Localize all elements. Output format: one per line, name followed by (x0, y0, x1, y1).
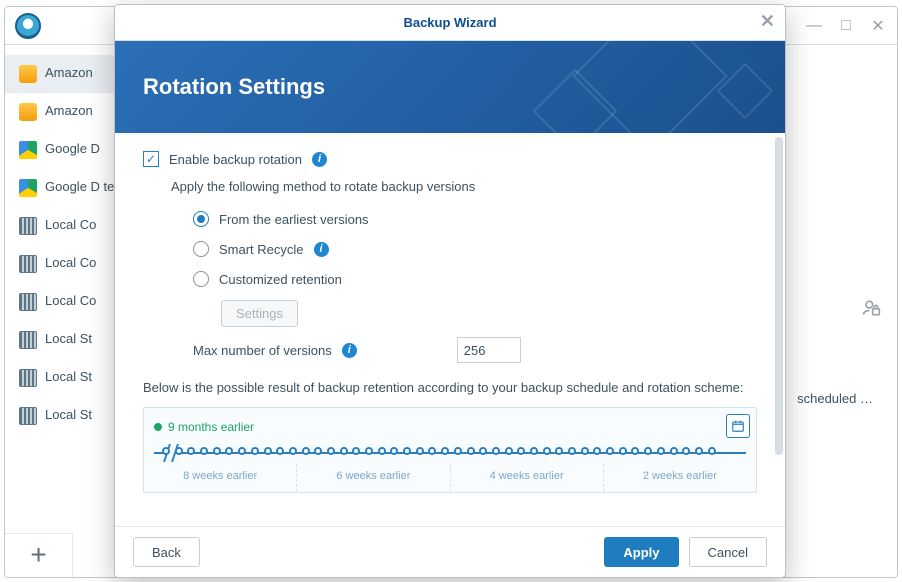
cancel-button[interactable]: Cancel (689, 537, 767, 567)
rotation-method-group: From the earliest versions Smart Recycle… (193, 204, 757, 294)
sidebar-item-label: Local Co (45, 293, 96, 309)
info-icon[interactable]: i (314, 242, 329, 257)
sidebar-item-label: Amazon (45, 103, 93, 119)
timeline-tick-label: 4 weeks earlier (450, 464, 603, 492)
backup-wizard-dialog: Backup Wizard ✕ Rotation Settings ✓ Enab… (114, 4, 786, 578)
sidebar-item-label: Local St (45, 331, 92, 347)
sidebar-item-label: Local Co (45, 255, 96, 271)
retention-timeline: 9 months earlier 8 weeks earlier6 weeks … (143, 407, 757, 493)
timeline-tick-label: 6 weeks earlier (296, 464, 449, 492)
radio-smart-label: Smart Recycle (219, 242, 304, 257)
sidebar-item-icon (19, 141, 37, 159)
dialog-body: ✓ Enable backup rotation i Apply the fol… (115, 133, 785, 526)
dialog-title: Backup Wizard (403, 15, 496, 30)
sidebar-item-icon (19, 255, 37, 273)
back-button[interactable]: Back (133, 537, 200, 567)
minimize-icon[interactable]: — (805, 17, 823, 35)
timeline-oldest-label: 9 months earlier (168, 420, 254, 434)
maximize-icon[interactable]: □ (837, 17, 855, 35)
radio-smart-recycle[interactable] (193, 241, 209, 257)
radio-earliest[interactable] (193, 211, 209, 227)
dialog-footer: Back Apply Cancel (115, 526, 785, 577)
calendar-icon[interactable] (726, 414, 750, 438)
dialog-close-icon[interactable]: ✕ (760, 11, 775, 32)
lock-user-icon[interactable] (861, 297, 881, 324)
sidebar-item-icon (19, 331, 37, 349)
result-description: Below is the possible result of backup r… (143, 379, 757, 397)
sidebar-item-icon (19, 293, 37, 311)
sidebar-item-label: Local St (45, 407, 92, 423)
sidebar-item-label: Google D (45, 141, 100, 157)
schedule-text-fragment: scheduled … (797, 391, 873, 406)
add-task-button[interactable]: + (5, 533, 73, 577)
sidebar-item-icon (19, 217, 37, 235)
sidebar-item-label: Local Co (45, 217, 96, 233)
timeline-tick-label: 2 weeks earlier (603, 464, 756, 492)
max-versions-label: Max number of versions (193, 343, 332, 358)
app-logo (15, 13, 41, 39)
sidebar-item-icon (19, 369, 37, 387)
info-icon[interactable]: i (342, 343, 357, 358)
sidebar-item-icon (19, 103, 37, 121)
enable-rotation-label: Enable backup rotation (169, 152, 302, 167)
radio-custom-label: Customized retention (219, 272, 342, 287)
dialog-hero: Rotation Settings (115, 41, 785, 133)
sidebar-item-label: Amazon (45, 65, 93, 81)
retention-settings-button: Settings (221, 300, 298, 327)
dialog-titlebar: Backup Wizard ✕ (115, 5, 785, 41)
hero-title: Rotation Settings (143, 74, 325, 100)
timeline-tick-label: 8 weeks earlier (144, 464, 296, 492)
info-icon[interactable]: i (312, 152, 327, 167)
sidebar-item-label: Local St (45, 369, 92, 385)
enable-rotation-checkbox[interactable]: ✓ (143, 151, 159, 167)
apply-method-hint: Apply the following method to rotate bac… (171, 179, 757, 194)
apply-button[interactable]: Apply (604, 537, 678, 567)
sidebar-item-label: Google D test (45, 179, 125, 195)
radio-earliest-label: From the earliest versions (219, 212, 369, 227)
sidebar-item-icon (19, 407, 37, 425)
max-versions-input[interactable] (457, 337, 521, 363)
sidebar-item-icon (19, 179, 37, 197)
close-icon[interactable]: ✕ (869, 16, 887, 36)
window-controls: — □ ✕ (805, 16, 887, 36)
radio-custom-retention[interactable] (193, 271, 209, 287)
sidebar-item-icon (19, 65, 37, 83)
